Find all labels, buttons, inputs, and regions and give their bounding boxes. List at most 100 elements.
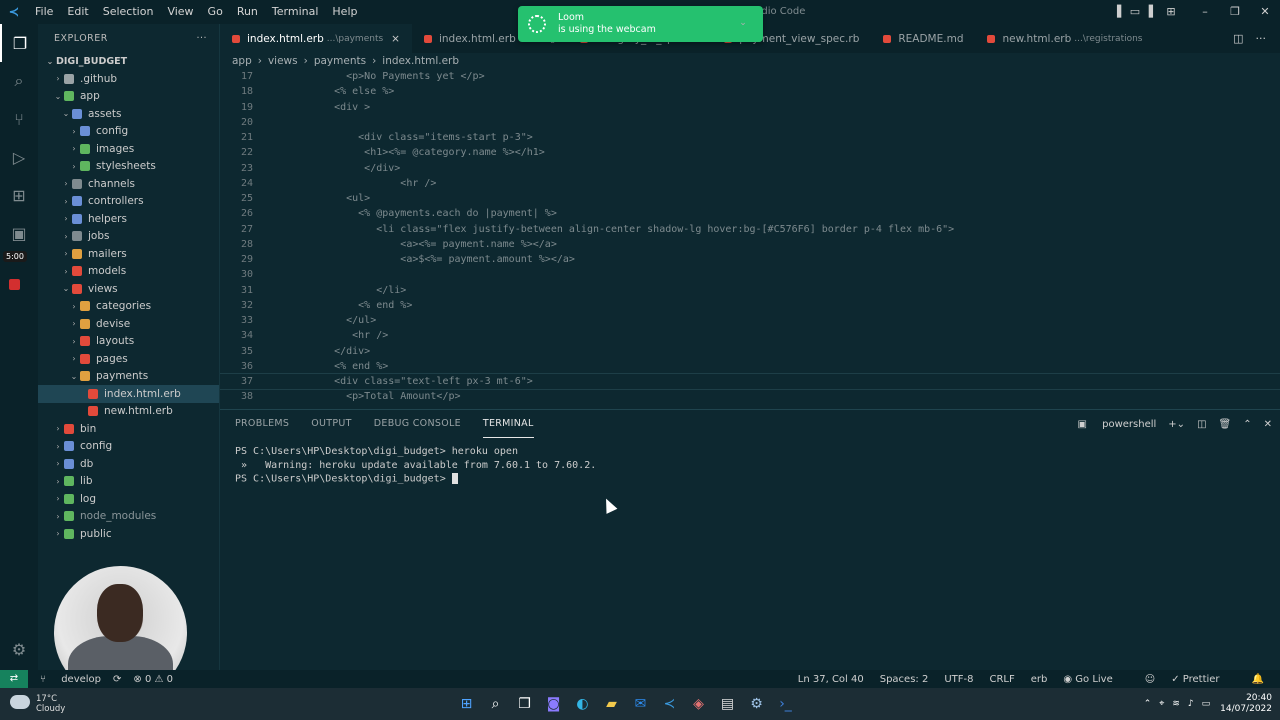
tree-item[interactable]: ⌄ app [38, 88, 219, 106]
editor-tab[interactable]: index.html.erb ...\payments × [220, 24, 412, 53]
breadcrumb-item[interactable]: index.html.erb [382, 55, 459, 67]
tree-item[interactable]: new.html.erb [38, 403, 219, 421]
volume-icon[interactable]: ♪ [1188, 699, 1194, 709]
wifi-icon[interactable]: ≋ [1172, 699, 1180, 709]
notifications-icon[interactable]: 🔔 [1252, 674, 1264, 685]
code-line[interactable]: 21 <div class="items-start p-3"> [220, 130, 1280, 145]
terminal-app-icon[interactable]: ›_ [771, 688, 800, 720]
editor-tab[interactable]: new.html.erb ...\registrations [975, 24, 1154, 53]
more-actions-icon[interactable]: ··· [196, 33, 207, 44]
weather-widget[interactable]: 17°C Cloudy [10, 694, 65, 714]
code-line[interactable]: 23 </div> [220, 161, 1280, 176]
tab-output[interactable]: OUTPUT [311, 410, 352, 438]
menu-edit[interactable]: Edit [60, 0, 95, 24]
code-line[interactable]: 37 <div class="text-left px-3 mt-6"> [220, 372, 1280, 391]
tree-item[interactable]: › jobs [38, 228, 219, 246]
show-hidden-icons-icon[interactable]: ⌃ [1144, 699, 1152, 709]
code-line[interactable]: 18 <% else %> [220, 84, 1280, 99]
code-line[interactable]: 19 <div > [220, 100, 1280, 115]
code-line[interactable]: 38 <p>Total Amount</p> [220, 389, 1280, 404]
code-line[interactable]: 35 </div> [220, 344, 1280, 359]
code-line[interactable]: 34 <hr /> [220, 328, 1280, 343]
loom-notification[interactable]: Loom is using the webcam ⌄ [518, 6, 763, 42]
remote-explorer-icon[interactable]: ▣ [0, 214, 38, 252]
code-line[interactable]: 17 <p>No Payments yet </p> [220, 69, 1280, 84]
code-line[interactable]: 25 <ul> [220, 191, 1280, 206]
tree-item[interactable]: › public [38, 525, 219, 543]
chevron-down-icon[interactable]: ⌄ [737, 18, 749, 28]
terminal-shell[interactable]: ▣ powershell [1077, 419, 1156, 430]
code-line[interactable]: 26 <% @payments.each do |payment| %> [220, 206, 1280, 221]
mail-icon[interactable]: ✉ [626, 688, 655, 720]
code-line[interactable]: 22 <h1><%= @category.name %></h1> [220, 145, 1280, 160]
tree-item[interactable]: › devise [38, 315, 219, 333]
menu-go[interactable]: Go [201, 0, 230, 24]
app-icon[interactable]: ◈ [684, 688, 713, 720]
minimize-icon[interactable]: – [1190, 0, 1220, 24]
language-mode[interactable]: erb [1031, 674, 1048, 685]
tree-item[interactable]: › controllers [38, 193, 219, 211]
breadcrumb-item[interactable]: payments [314, 55, 366, 67]
menu-selection[interactable]: Selection [96, 0, 161, 24]
breadcrumb-item[interactable]: app [232, 55, 252, 67]
tree-item[interactable]: ⌄ payments [38, 368, 219, 386]
tree-item[interactable]: › helpers [38, 210, 219, 228]
source-control-icon[interactable]: ⑂ [0, 100, 38, 138]
editor-tab[interactable]: README.md [871, 24, 975, 53]
restore-icon[interactable]: ❐ [1220, 0, 1250, 24]
trash-icon[interactable]: 🗑 [1219, 419, 1232, 430]
code-line[interactable]: 36 <% end %> [220, 359, 1280, 374]
extensions-icon[interactable]: ⊞ [0, 176, 38, 214]
chat-icon[interactable]: ◙ [539, 688, 568, 720]
tree-item[interactable]: index.html.erb [38, 385, 219, 403]
tree-item[interactable]: › pages [38, 350, 219, 368]
close-tab-icon[interactable]: × [391, 33, 400, 45]
menu-file[interactable]: File [28, 0, 60, 24]
split-editor-icon[interactable]: ◫ [1227, 32, 1249, 45]
indentation[interactable]: Spaces: 2 [880, 674, 929, 685]
sync-icon[interactable]: ⟳ [113, 674, 121, 685]
tab-debug-console[interactable]: DEBUG CONSOLE [374, 410, 461, 438]
cursor-position[interactable]: Ln 37, Col 40 [798, 674, 864, 685]
breadcrumb-item[interactable]: views [268, 55, 298, 67]
tree-item[interactable]: › images [38, 140, 219, 158]
branch-indicator[interactable]: ⑂ develop [40, 674, 101, 685]
tree-item[interactable]: › log [38, 490, 219, 508]
clock[interactable]: 20:40 14/07/2022 [1220, 693, 1272, 715]
code-line[interactable]: 27 <li class="flex justify-between align… [220, 222, 1280, 237]
toggle-panel-icon[interactable]: ▭ [1126, 0, 1144, 24]
prettier-button[interactable]: ✓ Prettier [1171, 674, 1235, 685]
terminal-output[interactable]: PS C:\Users\HP\Desktop\digi_budget> hero… [220, 438, 1280, 495]
file-explorer-icon[interactable]: ▰ [597, 688, 626, 720]
code-line[interactable]: 32 <% end %> [220, 298, 1280, 313]
tree-item[interactable]: › bin [38, 420, 219, 438]
customize-layout-icon[interactable]: ⊞ [1162, 0, 1180, 24]
tree-item[interactable]: › config [38, 438, 219, 456]
more-actions-icon[interactable]: ··· [1250, 32, 1273, 45]
tree-item[interactable]: › mailers [38, 245, 219, 263]
search-icon[interactable]: ⌕ [0, 62, 38, 100]
tree-item[interactable]: › categories [38, 298, 219, 316]
split-terminal-icon[interactable]: ◫ [1197, 419, 1206, 430]
tree-item[interactable]: › layouts [38, 333, 219, 351]
search-icon[interactable]: ⌕ [481, 688, 510, 720]
code-line[interactable]: 24 <hr /> [220, 176, 1280, 191]
tree-item[interactable]: › node_modules [38, 508, 219, 526]
close-panel-icon[interactable]: ✕ [1264, 419, 1272, 430]
problems-indicator[interactable]: ⊗ 0 ⚠ 0 [133, 674, 173, 685]
menu-run[interactable]: Run [230, 0, 265, 24]
code-line[interactable]: 31 </li> [220, 283, 1280, 298]
tree-item[interactable]: › config [38, 123, 219, 141]
task-view-icon[interactable]: ❐ [510, 688, 539, 720]
workspace-root[interactable]: ⌄ DIGI_BUDGET [38, 52, 219, 70]
tree-item[interactable]: ⌄ assets [38, 105, 219, 123]
settings-gear-icon[interactable]: ⚙ [0, 630, 38, 668]
code-line[interactable]: 30 [220, 267, 1280, 282]
code-line[interactable]: 33 </ul> [220, 313, 1280, 328]
battery-icon[interactable]: ▭ [1202, 699, 1211, 709]
go-live-button[interactable]: ◉ Go Live [1063, 674, 1128, 685]
menu-help[interactable]: Help [325, 0, 364, 24]
code-line[interactable]: 29 <a>$<%= payment.amount %></a> [220, 252, 1280, 267]
tree-item[interactable]: › channels [38, 175, 219, 193]
location-icon[interactable]: ⌖ [1159, 699, 1164, 709]
